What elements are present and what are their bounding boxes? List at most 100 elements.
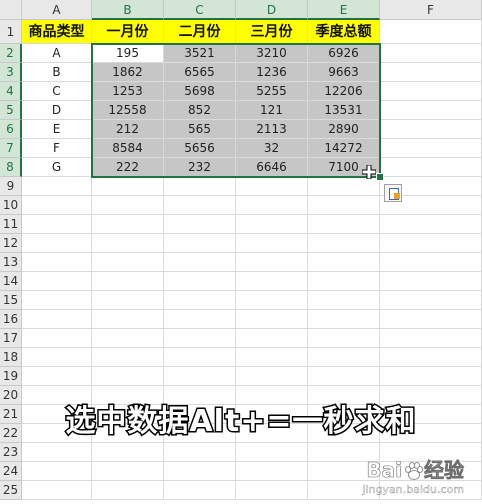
cell-b15[interactable] <box>92 291 164 310</box>
column-header-e[interactable]: E <box>308 0 380 20</box>
cell-f4[interactable] <box>380 82 482 101</box>
cell-e10[interactable] <box>308 196 380 215</box>
cell-a1[interactable]: 商品类型 <box>22 20 92 44</box>
cell-b18[interactable] <box>92 348 164 367</box>
cell-c1[interactable]: 二月份 <box>164 20 236 44</box>
row-header-14[interactable]: 14 <box>0 272 22 291</box>
cell-d2[interactable]: 3210 <box>236 44 308 63</box>
cell-e9[interactable] <box>308 177 380 196</box>
row-header-11[interactable]: 11 <box>0 215 22 234</box>
row-header-13[interactable]: 13 <box>0 253 22 272</box>
cell-d6[interactable]: 2113 <box>236 120 308 139</box>
cell-b19[interactable] <box>92 367 164 386</box>
cell-a14[interactable] <box>22 272 92 291</box>
cell-c18[interactable] <box>164 348 236 367</box>
row-header-5[interactable]: 5 <box>0 101 22 120</box>
cell-d3[interactable]: 1236 <box>236 63 308 82</box>
cell-d16[interactable] <box>236 310 308 329</box>
cell-f19[interactable] <box>380 367 482 386</box>
cell-a10[interactable] <box>22 196 92 215</box>
cell-f7[interactable] <box>380 139 482 158</box>
cell-a18[interactable] <box>22 348 92 367</box>
column-header-d[interactable]: D <box>236 0 308 20</box>
cell-d15[interactable] <box>236 291 308 310</box>
cell-b8[interactable]: 222 <box>92 158 164 177</box>
row-header-4[interactable]: 4 <box>0 82 22 101</box>
cell-b11[interactable] <box>92 215 164 234</box>
cell-e12[interactable] <box>308 234 380 253</box>
row-header-9[interactable]: 9 <box>0 177 22 196</box>
cell-e15[interactable] <box>308 291 380 310</box>
cell-b5[interactable]: 12558 <box>92 101 164 120</box>
cell-a5[interactable]: D <box>22 101 92 120</box>
row-header-2[interactable]: 2 <box>0 44 22 63</box>
cell-b16[interactable] <box>92 310 164 329</box>
cell-d13[interactable] <box>236 253 308 272</box>
cell-c17[interactable] <box>164 329 236 348</box>
cell-e18[interactable] <box>308 348 380 367</box>
cell-d24[interactable] <box>236 462 308 481</box>
row-header-1[interactable]: 1 <box>0 20 22 44</box>
cell-d1[interactable]: 三月份 <box>236 20 308 44</box>
row-header-16[interactable]: 16 <box>0 310 22 329</box>
fill-handle[interactable] <box>376 173 384 181</box>
cell-f16[interactable] <box>380 310 482 329</box>
cell-c11[interactable] <box>164 215 236 234</box>
cell-f3[interactable] <box>380 63 482 82</box>
row-header-24[interactable]: 24 <box>0 462 22 481</box>
column-header-a[interactable]: A <box>22 0 92 20</box>
cell-c6[interactable]: 565 <box>164 120 236 139</box>
cell-f6[interactable] <box>380 120 482 139</box>
cell-a4[interactable]: C <box>22 82 92 101</box>
cell-f5[interactable] <box>380 101 482 120</box>
cell-b17[interactable] <box>92 329 164 348</box>
cell-b10[interactable] <box>92 196 164 215</box>
row-header-17[interactable]: 17 <box>0 329 22 348</box>
cell-a12[interactable] <box>22 234 92 253</box>
cell-d19[interactable] <box>236 367 308 386</box>
row-header-19[interactable]: 19 <box>0 367 22 386</box>
cell-a16[interactable] <box>22 310 92 329</box>
cell-d25[interactable] <box>236 481 308 500</box>
cell-c3[interactable]: 6565 <box>164 63 236 82</box>
cell-a25[interactable] <box>22 481 92 500</box>
cell-c5[interactable]: 852 <box>164 101 236 120</box>
cell-b24[interactable] <box>92 462 164 481</box>
row-header-6[interactable]: 6 <box>0 120 22 139</box>
cell-a6[interactable]: E <box>22 120 92 139</box>
row-header-25[interactable]: 25 <box>0 481 22 500</box>
row-header-7[interactable]: 7 <box>0 139 22 158</box>
cell-b12[interactable] <box>92 234 164 253</box>
cell-f11[interactable] <box>380 215 482 234</box>
quick-analysis-button[interactable] <box>384 184 402 202</box>
cell-d8[interactable]: 6646 <box>236 158 308 177</box>
cell-b1[interactable]: 一月份 <box>92 20 164 44</box>
cell-f13[interactable] <box>380 253 482 272</box>
cell-f8[interactable] <box>380 158 482 177</box>
cell-e7[interactable]: 14272 <box>308 139 380 158</box>
cell-f14[interactable] <box>380 272 482 291</box>
cell-f17[interactable] <box>380 329 482 348</box>
cell-e4[interactable]: 12206 <box>308 82 380 101</box>
cell-b9[interactable] <box>92 177 164 196</box>
cell-b13[interactable] <box>92 253 164 272</box>
cell-c10[interactable] <box>164 196 236 215</box>
cell-e2[interactable]: 6926 <box>308 44 380 63</box>
cell-d9[interactable] <box>236 177 308 196</box>
cell-b3[interactable]: 1862 <box>92 63 164 82</box>
cell-c23[interactable] <box>164 443 236 462</box>
cell-a11[interactable] <box>22 215 92 234</box>
cell-a13[interactable] <box>22 253 92 272</box>
cell-b4[interactable]: 1253 <box>92 82 164 101</box>
cell-d10[interactable] <box>236 196 308 215</box>
cell-a9[interactable] <box>22 177 92 196</box>
cell-d23[interactable] <box>236 443 308 462</box>
cell-e13[interactable] <box>308 253 380 272</box>
cell-c4[interactable]: 5698 <box>164 82 236 101</box>
cell-f1[interactable] <box>380 20 482 44</box>
cell-a15[interactable] <box>22 291 92 310</box>
cell-a19[interactable] <box>22 367 92 386</box>
row-header-3[interactable]: 3 <box>0 63 22 82</box>
cell-e3[interactable]: 9663 <box>308 63 380 82</box>
row-header-18[interactable]: 18 <box>0 348 22 367</box>
